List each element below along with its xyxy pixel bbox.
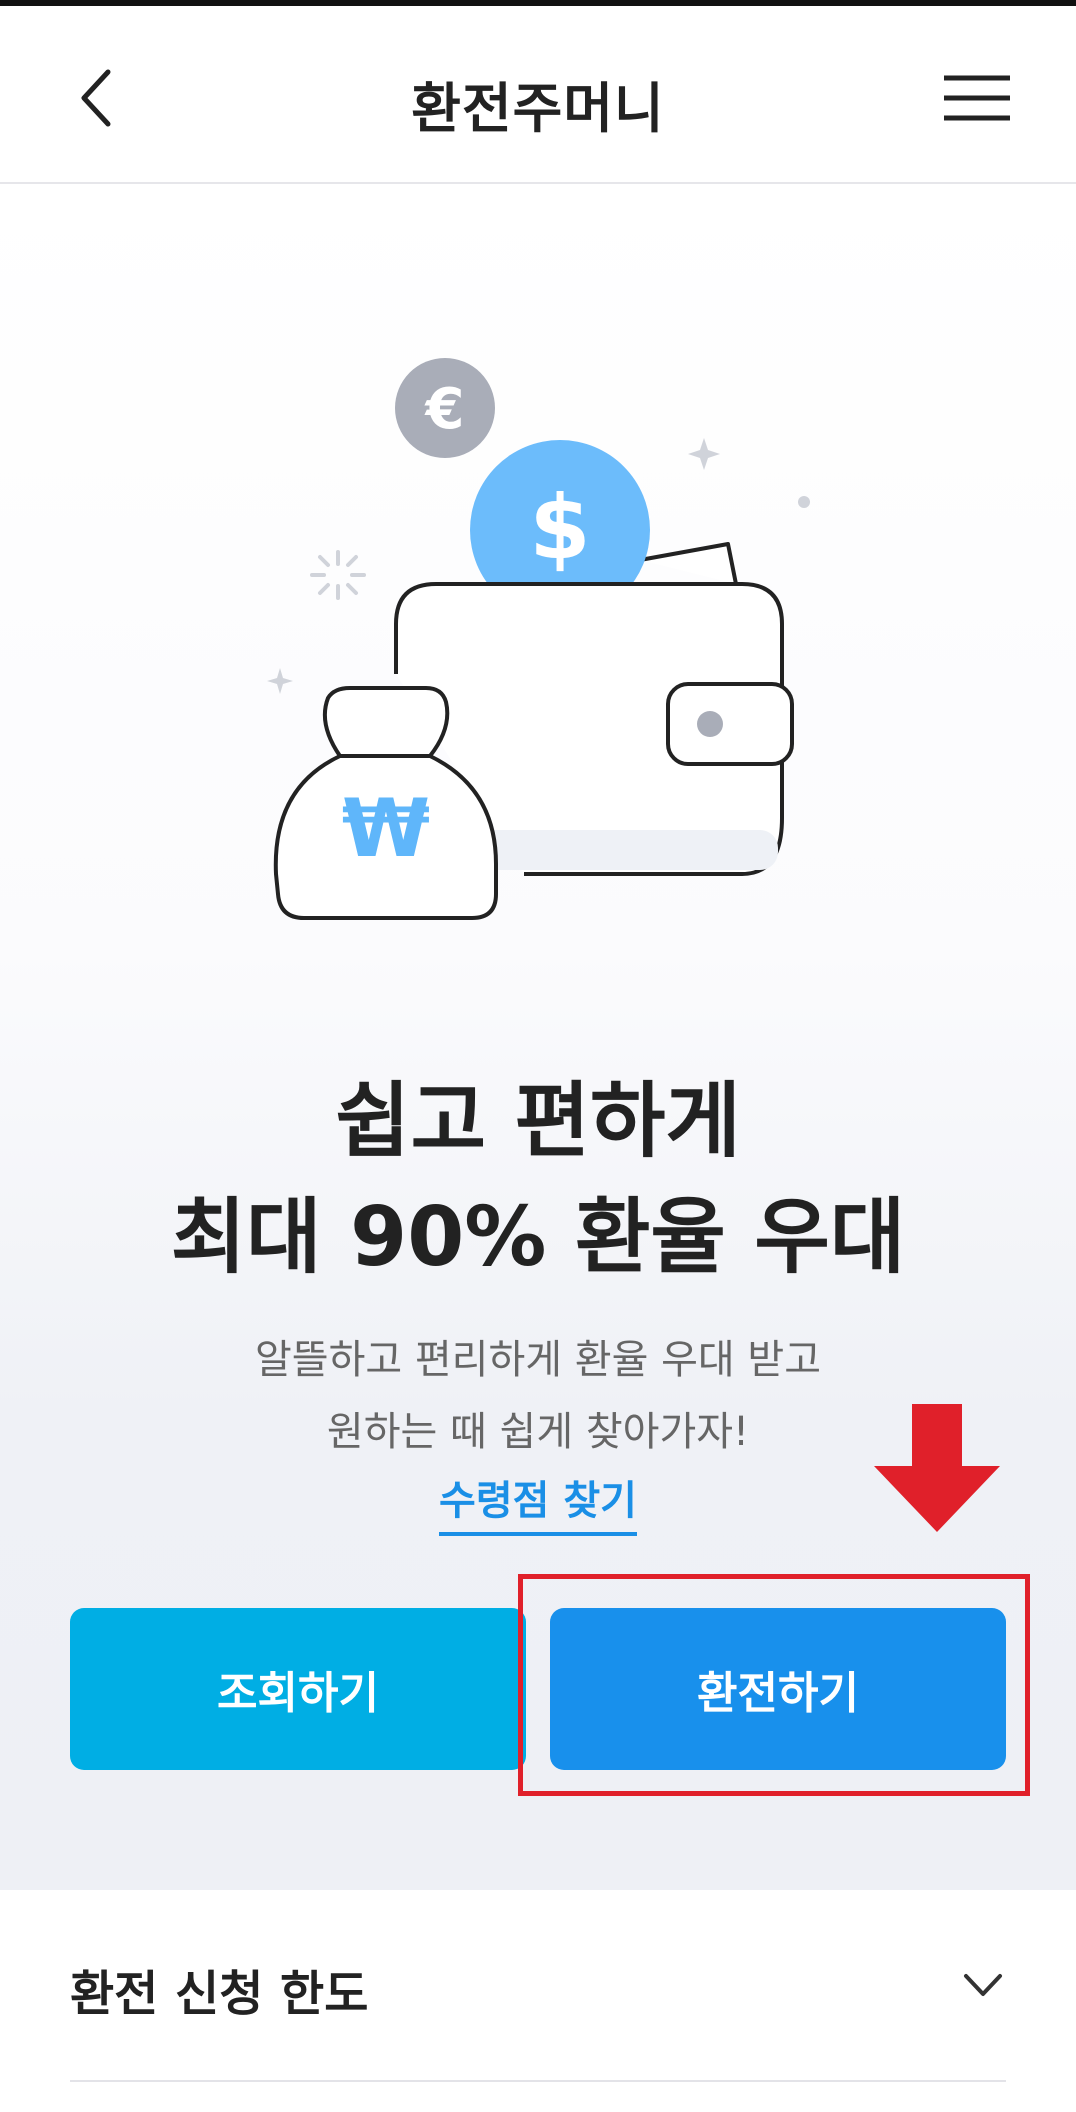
- menu-button[interactable]: [930, 58, 1020, 138]
- euro-coin-icon: €: [395, 358, 495, 458]
- inquiry-button[interactable]: 조회하기: [70, 1608, 526, 1770]
- svg-text:$: $: [529, 476, 590, 579]
- find-branch-link[interactable]: 수령점 찾기: [439, 1468, 637, 1536]
- wallet-illustration: € $ ₩: [267, 358, 810, 920]
- down-arrow-icon: [874, 1404, 1000, 1532]
- exchange-limit-accordion[interactable]: 환전 신청 한도: [70, 1890, 1006, 2080]
- svg-text:₩: ₩: [342, 782, 430, 875]
- svg-text:€: €: [424, 377, 465, 442]
- page-title: 환전주머니: [411, 77, 665, 140]
- hamburger-menu-icon: [944, 75, 1010, 121]
- hero-headline: 쉽고 편하게 최대 90% 환율 우대: [0, 1064, 1076, 1296]
- chevron-down-icon: [964, 1974, 1002, 1996]
- description-line-1: 알뜰하고 편리하게 환율 우대 받고: [254, 1337, 822, 1383]
- sparkle-icon: [310, 550, 366, 600]
- app-header: 환전주머니: [0, 6, 1076, 184]
- headline-line-2: 최대 90% 환율 우대: [170, 1190, 906, 1285]
- info-section: 환전 신청 한도: [0, 1890, 1076, 2112]
- highlight-box: [518, 1574, 1030, 1796]
- exchange-limit-title: 환전 신청 한도: [70, 1966, 369, 2022]
- divider: [70, 2080, 1006, 2082]
- headline-line-1: 쉽고 편하게: [335, 1074, 741, 1169]
